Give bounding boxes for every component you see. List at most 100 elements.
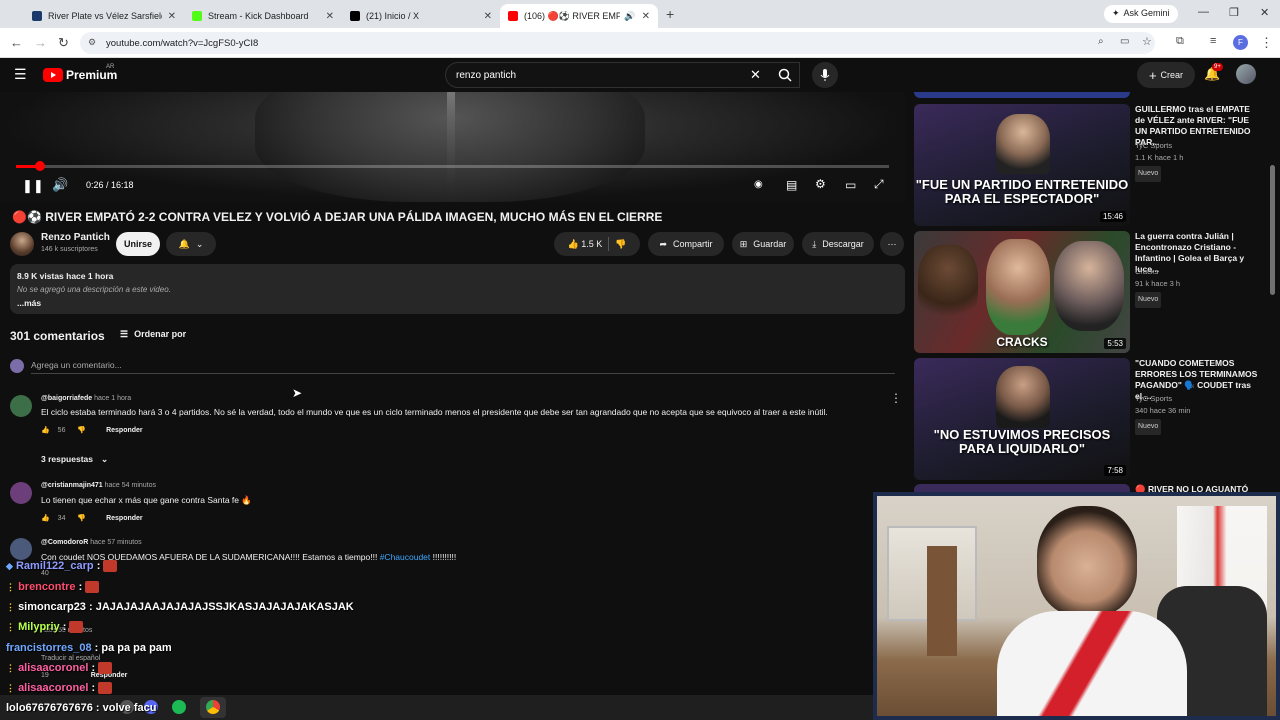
chat-username[interactable]: alisaacoronel	[18, 662, 88, 674]
rec-thumbnail-partial[interactable]	[914, 484, 1130, 492]
rec-thumbnail[interactable]: "FUE UN PARTIDO ENTRETENIDO PARA EL ESPE…	[914, 104, 1130, 226]
close-tab-icon[interactable]: ✕	[484, 11, 492, 22]
page-scrollbar[interactable]	[1270, 165, 1275, 295]
download-button[interactable]: ⤓ Descargar	[802, 232, 874, 256]
extensions-icon[interactable]: ⧉	[1176, 35, 1184, 48]
chat-username[interactable]: brencontre	[18, 581, 75, 593]
close-tab-icon[interactable]: ✕	[168, 11, 176, 22]
voice-search-button[interactable]	[812, 62, 838, 88]
description-box[interactable]: 8.9 K vistas hace 1 hora No se agregó un…	[10, 264, 905, 314]
reload-icon[interactable]: ↻	[58, 35, 69, 51]
comment-time[interactable]: hace 57 minutos	[90, 539, 141, 546]
commenter-avatar[interactable]	[10, 482, 32, 504]
comment-time[interactable]: hace 54 minutos	[105, 482, 156, 489]
chat-username[interactable]: francistorres_08	[6, 642, 92, 654]
share-button[interactable]: ➦ Compartir	[648, 232, 724, 256]
comment-author[interactable]: @ComodoroR	[41, 539, 88, 546]
rec-channel[interactable]: TyC Sports	[1135, 393, 1190, 405]
restore-icon[interactable]: ❐	[1229, 6, 1239, 19]
close-tab-icon[interactable]: ✕	[326, 11, 334, 22]
chat-username[interactable]: Milypriy	[18, 621, 60, 633]
forward-icon[interactable]: →	[34, 35, 47, 50]
commenter-avatar[interactable]	[10, 538, 32, 560]
progress-scrubber[interactable]	[34, 161, 45, 171]
save-button[interactable]: ⊞ Guardar	[732, 232, 794, 256]
clear-search-icon[interactable]: ✕	[750, 67, 761, 83]
comment-author[interactable]: @cristianmajin471	[41, 482, 103, 489]
thumbs-down-icon[interactable]: 👎	[77, 427, 86, 434]
channel-name[interactable]: Renzo Pantich	[41, 232, 110, 243]
cast-icon[interactable]: ▭	[1120, 36, 1129, 47]
close-window-icon[interactable]: ✕	[1260, 6, 1269, 19]
add-comment-input[interactable]: Agrega un comentario...	[31, 360, 895, 374]
rec-channel[interactable]: Cracks	[1135, 266, 1180, 278]
url-bar[interactable]: ⚙ youtube.com/watch?v=JcgFS0-yCI8 ⌕ ▭ ☆	[80, 32, 1155, 54]
youtube-logo-icon[interactable]	[43, 68, 63, 82]
hamburger-menu-icon[interactable]: ☰	[14, 66, 27, 83]
reply-button[interactable]: Responder	[106, 515, 143, 522]
chat-username[interactable]: Ramil122_carp	[16, 560, 94, 572]
search-input[interactable]: renzo pantich	[445, 62, 800, 88]
thumbs-up-icon[interactable]: 👍	[41, 515, 50, 522]
close-tab-icon[interactable]: ✕	[642, 11, 650, 22]
search-button[interactable]	[772, 62, 798, 88]
subtitles-icon[interactable]: ▤	[786, 178, 797, 192]
rec-thumbnail-partial[interactable]	[914, 92, 1130, 98]
comment-time[interactable]: hace 1 hora	[94, 395, 131, 402]
browser-tab[interactable]: (21) Inicio / X ✕	[342, 4, 500, 28]
join-button[interactable]: Unirse	[116, 232, 160, 256]
zoom-icon[interactable]: ⌕	[1098, 36, 1104, 47]
bookmark-star-icon[interactable]: ☆	[1142, 35, 1152, 48]
reply-button[interactable]: Responder	[106, 427, 143, 434]
reading-list-icon[interactable]: ≡	[1210, 35, 1216, 47]
thumbs-down-icon[interactable]: 👎	[77, 515, 86, 522]
comment-author[interactable]: @baigorriafede	[41, 395, 92, 402]
like-button[interactable]: 👍 1.5 K	[568, 239, 603, 250]
rec-channel[interactable]: TyC Sports	[1135, 140, 1183, 152]
join-label: Unirse	[123, 239, 152, 249]
pause-icon[interactable]: ❚❚	[22, 178, 44, 194]
progress-bar[interactable]	[16, 161, 889, 171]
show-more-link[interactable]: ...más	[17, 298, 898, 308]
account-avatar[interactable]	[1236, 64, 1256, 84]
fullscreen-icon[interactable]: ⤢	[874, 177, 884, 192]
rec-thumbnail[interactable]: CRACKS 5:53	[914, 231, 1130, 353]
new-tab-icon[interactable]: +	[666, 6, 674, 22]
site-info-icon[interactable]: ⚙	[88, 37, 96, 48]
gemini-button[interactable]: ✦ Ask Gemini	[1104, 5, 1178, 23]
sort-button[interactable]: ☰ Ordenar por	[120, 329, 186, 340]
commenter-avatar[interactable]	[10, 395, 32, 417]
chat-username[interactable]: simoncarp23	[18, 601, 86, 613]
create-button[interactable]: + Crear	[1137, 62, 1195, 88]
minimize-icon[interactable]: —	[1198, 6, 1209, 18]
comment-menu-icon[interactable]: ⋮	[890, 391, 902, 405]
browser-menu-icon[interactable]: ⋮	[1260, 35, 1273, 51]
show-replies-button[interactable]: 3 respuestas ⌄	[41, 454, 108, 465]
browser-tab[interactable]: Stream - Kick Dashboard ✕	[184, 4, 342, 28]
browser-tab[interactable]: River Plate vs Vélez Sarsfield - | ✕	[24, 4, 184, 28]
channel-avatar[interactable]	[10, 232, 34, 256]
back-icon[interactable]: ←	[10, 35, 23, 50]
autoplay-toggle-icon[interactable]: ◉	[754, 179, 763, 190]
thumbs-up-icon[interactable]: 👍	[41, 427, 50, 434]
rec-title[interactable]: 🔴 RIVER NO LO AGUANTÓ Y...	[1135, 484, 1260, 492]
chat-username[interactable]: alisaacoronel	[18, 682, 88, 694]
chrome-taskbar-button[interactable]	[200, 697, 226, 718]
rec-thumbnail[interactable]: "NO ESTUVIMOS PRECISOS PARA LIQUIDARLO" …	[914, 358, 1130, 480]
chevron-down-icon: ⌄	[195, 238, 204, 249]
audio-playing-icon[interactable]: 🔊	[624, 11, 635, 22]
video-player[interactable]: ❚❚ 🔊 0:26 / 16:18 ◉ ▤ ⚙ ▭ ⤢	[0, 92, 905, 202]
youtube-logo-text[interactable]: Premium	[66, 68, 117, 82]
spotify-icon[interactable]	[172, 700, 186, 714]
profile-avatar[interactable]: F	[1233, 35, 1248, 50]
hashtag-link[interactable]: #Chaucoudet	[380, 552, 431, 562]
more-actions-button[interactable]: ⋯	[880, 232, 904, 256]
settings-gear-icon[interactable]: ⚙	[815, 177, 826, 191]
subscription-bell-button[interactable]: 🔔 ⌄	[166, 232, 216, 256]
theater-mode-icon[interactable]: ▭	[845, 178, 856, 192]
thumbs-down-icon[interactable]: 👎	[615, 239, 626, 250]
browser-tab-active[interactable]: (106) 🔴⚽ RIVER EMPATÓ 🔊 ✕	[500, 4, 658, 28]
volume-icon[interactable]: 🔊	[52, 177, 68, 193]
translate-link[interactable]: Traducir al español	[41, 655, 100, 662]
chat-username[interactable]: lolo67676767676	[6, 702, 93, 714]
